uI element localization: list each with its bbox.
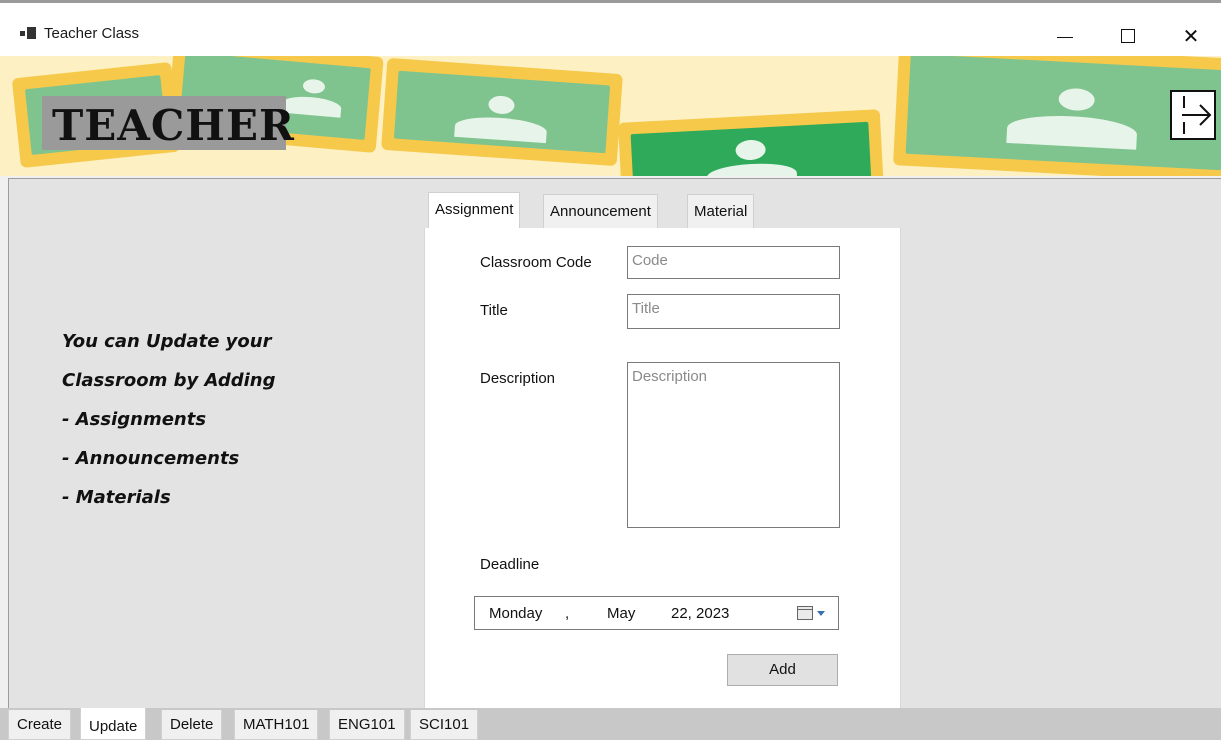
date-day-year: 22, 2023 <box>671 605 730 622</box>
deadline-date-picker[interactable]: Monday , May 22, 2023 <box>474 596 839 630</box>
banner-image: TEACHER <box>0 56 1221 176</box>
tab-update[interactable]: Update <box>80 708 147 740</box>
close-icon: ✕ <box>1182 24 1200 48</box>
tab-create[interactable]: Create <box>8 710 72 740</box>
maximize-button[interactable] <box>1105 17 1151 55</box>
info-text: You can Update your Classroom by Adding … <box>62 322 362 517</box>
tab-delete[interactable]: Delete <box>161 710 223 740</box>
close-button[interactable]: ✕ <box>1168 17 1214 55</box>
calendar-icon[interactable] <box>797 606 813 620</box>
tab-eng101[interactable]: ENG101 <box>329 710 405 740</box>
title-bar: Teacher Class ✕ <box>0 0 1221 56</box>
deadline-label: Deadline <box>480 556 540 573</box>
tab-announcement[interactable]: Announcement <box>543 194 658 228</box>
description-textarea[interactable]: Description <box>627 362 840 528</box>
date-weekday: Monday <box>489 605 543 622</box>
title-label: Title <box>480 302 508 319</box>
logout-arrow-icon <box>1172 92 1214 138</box>
title-input[interactable]: Title <box>627 294 840 329</box>
info-line: - Announcements <box>62 448 240 469</box>
info-line: Classroom by Adding <box>62 370 276 391</box>
info-line: - Assignments <box>62 409 207 430</box>
maximize-icon <box>1121 29 1135 43</box>
info-line: You can Update your <box>62 331 272 352</box>
classroom-code-label: Classroom Code <box>480 254 592 271</box>
teacher-heading: TEACHER <box>52 101 295 150</box>
tab-math101[interactable]: MATH101 <box>234 710 319 740</box>
chevron-down-icon[interactable] <box>817 611 825 616</box>
minimize-icon <box>1057 37 1073 38</box>
minimize-button[interactable] <box>1042 17 1088 55</box>
classroom-board-graphic <box>381 57 623 167</box>
window-title: Teacher Class <box>44 25 140 42</box>
info-line: - Materials <box>62 487 171 508</box>
app-icon <box>20 27 36 39</box>
classroom-board-graphic <box>617 109 885 176</box>
date-separator: , <box>565 605 570 622</box>
date-month: May <box>607 605 636 622</box>
tab-assignment[interactable]: Assignment <box>428 192 521 229</box>
add-button[interactable]: Add <box>727 654 838 686</box>
description-label: Description <box>480 370 556 387</box>
tab-material[interactable]: Material <box>687 194 755 228</box>
teacher-class-window: Teacher Class ✕ TEACHER You can Update y… <box>0 0 1221 740</box>
tab-sci101[interactable]: SCI101 <box>410 710 479 740</box>
classroom-code-input[interactable]: Code <box>627 246 840 279</box>
logout-button[interactable] <box>1170 90 1216 140</box>
